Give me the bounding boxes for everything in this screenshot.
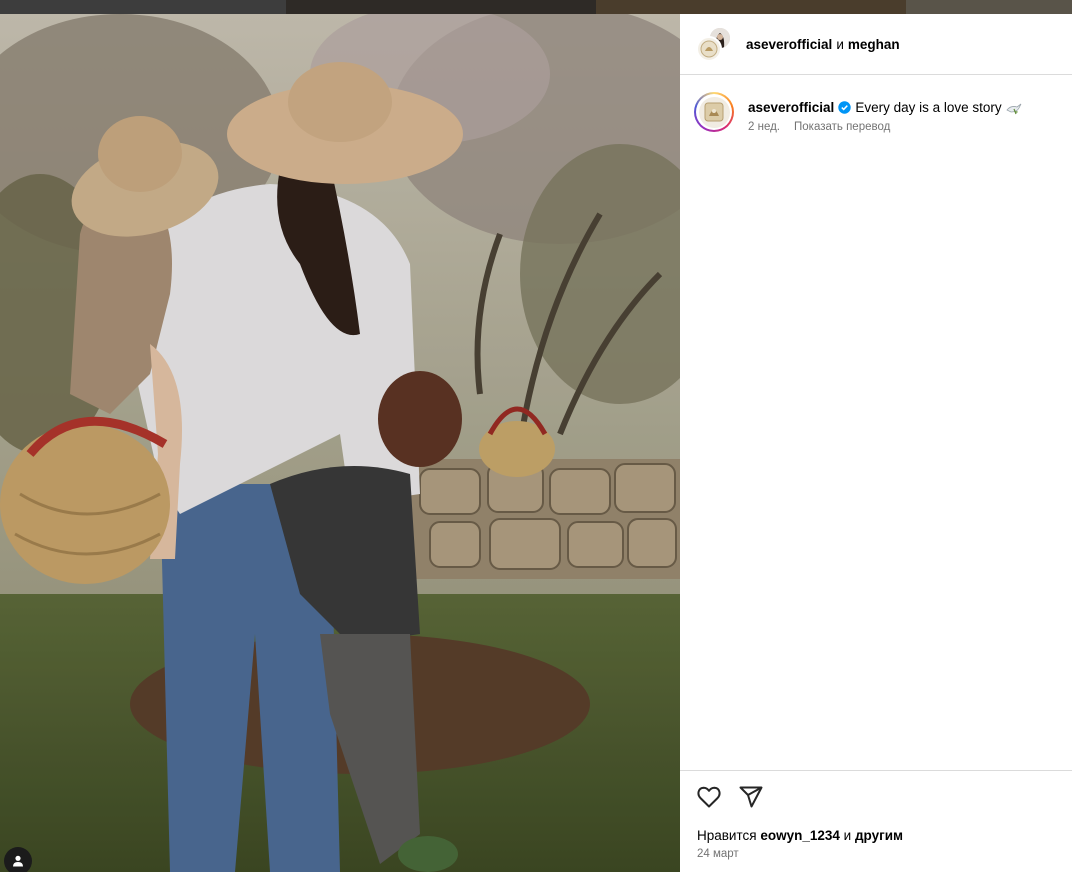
post-actions: Нравится eowyn_1234 и другим 24 март [680,770,1072,872]
header-conjunction: и [836,36,844,52]
caption-text: Every day is a love story [855,100,1002,115]
verified-badge-icon [838,101,852,114]
collab-avatars[interactable] [696,26,732,62]
post-details-panel: aseverofficial и meghan aseverofficial E… [680,14,1072,872]
avatar [696,36,722,62]
post-photo[interactable] [0,14,680,872]
post-date[interactable]: 24 март [697,848,739,860]
post-header: aseverofficial и meghan [680,14,1072,75]
brand-logo-icon [704,102,724,122]
heart-icon[interactable] [696,784,722,810]
likes-others-link[interactable]: другим [855,828,903,843]
paper-plane-icon[interactable] [738,784,764,810]
caption-meta: 2 нед. Показать перевод [748,121,1022,133]
likes-summary: Нравится eowyn_1234 и другим [697,828,903,843]
brand-logo-icon [700,40,718,58]
caption-username[interactable]: aseverofficial [748,100,834,115]
caption-body: aseverofficial Every day is a love story [748,92,1022,133]
dove-emoji-icon [1006,101,1022,115]
post-age[interactable]: 2 нед. [748,121,780,133]
header-user-link[interactable]: aseverofficial [746,37,832,52]
likes-conjunction: и [843,828,852,843]
likes-prefix: Нравится [697,828,757,843]
tagged-users-button[interactable] [4,847,32,872]
header-usernames: aseverofficial и meghan [746,37,900,52]
background-feed-strip [0,0,1072,14]
caption: aseverofficial Every day is a love story [694,92,1058,133]
post-image [0,14,680,872]
person-icon [11,854,25,868]
liker-username[interactable]: eowyn_1234 [760,828,840,843]
story-ring-avatar[interactable] [694,92,734,132]
header-user-link[interactable]: meghan [848,37,900,52]
action-icons [696,784,764,810]
avatar [698,96,730,128]
show-translation-link[interactable]: Показать перевод [794,121,890,133]
caption-line: aseverofficial Every day is a love story [748,100,1022,115]
